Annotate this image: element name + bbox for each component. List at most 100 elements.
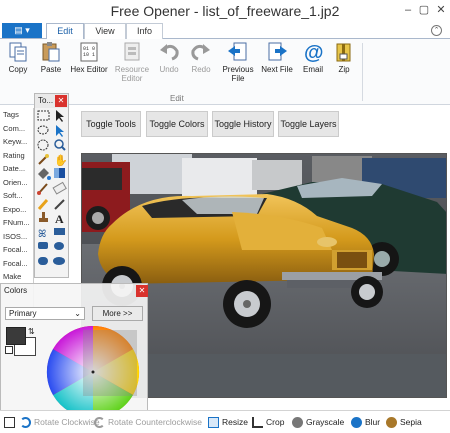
blur-label: Blur	[365, 417, 381, 427]
eraser-icon	[52, 181, 67, 195]
hex-editor-icon: 01 010 1	[80, 42, 98, 62]
toggle-layers-button[interactable]: Toggle Layers	[278, 111, 339, 137]
magic-wand-icon	[38, 154, 49, 165]
sidebar-item[interactable]: Focal...	[0, 257, 33, 271]
sidebar-item[interactable]: Soft...	[0, 189, 33, 203]
copy-button[interactable]: Copy	[4, 41, 32, 91]
file-menu-button[interactable]: ▤ ▾	[2, 23, 42, 38]
freeform-shape-icon	[53, 257, 65, 265]
sidebar-item[interactable]: Com...	[0, 122, 33, 136]
primary-color-swatch[interactable]	[6, 327, 26, 345]
title-bar: Free Opener - list_of_freeware_1.jp2 – ▢…	[0, 0, 450, 22]
crop-label: Crop	[266, 417, 285, 427]
paste-button[interactable]: Paste	[36, 41, 66, 91]
lasso-select-icon	[37, 125, 49, 135]
image-size-icon	[4, 415, 18, 430]
svg-text:@: @	[304, 42, 324, 63]
sepia-button[interactable]: Sepia	[386, 415, 422, 430]
sidebar-item[interactable]: Focal...	[0, 243, 33, 257]
color-wheel[interactable]	[45, 324, 141, 420]
tab-info[interactable]: Info	[126, 23, 163, 39]
rectangle-select-icon	[37, 110, 50, 121]
redo-button[interactable]: Redo	[187, 41, 215, 91]
crop-icon	[252, 417, 263, 429]
tools-panel-title: To...	[38, 96, 54, 105]
next-file-button[interactable]: Next File	[260, 41, 294, 91]
email-label: Email	[302, 65, 323, 74]
maximize-button[interactable]: ▢	[417, 3, 431, 17]
minimize-button[interactable]: –	[401, 3, 415, 17]
redo-icon	[191, 44, 210, 61]
zip-icon	[336, 43, 351, 62]
sidebar-item[interactable]: Rating	[0, 149, 33, 163]
blur-icon	[351, 417, 362, 429]
resource-editor-button[interactable]: Resource Editor	[113, 41, 151, 91]
svg-text:ꕤ: ꕤ	[38, 229, 46, 240]
colors-panel-header: Colors ✕	[1, 284, 149, 298]
rotate-counterclockwise-button[interactable]: Rotate Counterclockwise	[94, 415, 202, 430]
colors-panel-close-button[interactable]: ✕	[136, 285, 148, 297]
tab-view[interactable]: View	[84, 23, 126, 39]
previous-file-label: Previous File	[222, 65, 254, 83]
gradient-icon	[54, 168, 65, 178]
sidebar-item[interactable]: Date...	[0, 162, 33, 176]
crop-button[interactable]: Crop	[252, 415, 284, 430]
sidebar-item[interactable]: Expo...	[0, 203, 33, 217]
rotate-counterclockwise-label: Rotate Counterclockwise	[108, 417, 203, 427]
color-mode-select[interactable]: Primary ⌄	[5, 307, 85, 320]
resource-editor-label: Resource Editor	[114, 65, 150, 83]
ribbon-group-label: Edit	[170, 94, 184, 103]
rotate-clockwise-icon	[20, 417, 31, 429]
move-selection-icon	[56, 110, 64, 122]
pan-icon: ✋	[54, 154, 68, 167]
more-colors-button[interactable]: More >>	[92, 306, 143, 321]
previous-file-button[interactable]: Previous File	[219, 41, 257, 91]
undo-label: Undo	[159, 65, 179, 74]
window-title: Free Opener - list_of_freeware_1.jp2	[110, 3, 340, 19]
file-menu-icon: ▤ ▾	[14, 25, 30, 35]
collapse-ribbon-icon[interactable]: ⌃	[431, 25, 442, 36]
line-tool-icon	[54, 228, 65, 235]
toggle-tools-button[interactable]: Toggle Tools	[81, 111, 141, 137]
paste-label: Paste	[40, 65, 62, 74]
ellipse-select-icon	[37, 139, 49, 151]
color-picker-icon	[54, 199, 65, 210]
rotate-clockwise-button[interactable]: Rotate Clockwise	[20, 415, 100, 430]
svg-text:A: A	[55, 212, 64, 226]
sidebar-item[interactable]: FNum...	[0, 216, 33, 230]
sidebar-item[interactable]: Orien...	[0, 176, 33, 190]
resize-button[interactable]: Resize	[208, 415, 248, 430]
tab-edit[interactable]: Edit	[46, 23, 84, 40]
chevron-down-icon: ⌄	[74, 309, 81, 318]
sidebar-item[interactable]: Tags	[0, 108, 33, 122]
email-icon: @	[304, 42, 324, 63]
zoom-icon	[54, 139, 66, 151]
tools-panel-close-button[interactable]: ✕	[55, 95, 67, 107]
blur-button[interactable]: Blur	[351, 415, 380, 430]
swap-colors-icon[interactable]: ⇅	[28, 327, 35, 336]
close-button[interactable]: ✕	[434, 3, 448, 17]
paste-icon	[42, 42, 60, 62]
email-button[interactable]: @ Email	[299, 41, 327, 91]
reset-colors-icon[interactable]	[5, 346, 13, 354]
ribbon-tabs: ▤ ▾ Edit View Info ⌃	[0, 22, 450, 40]
colors-panel-title: Colors	[4, 286, 28, 295]
resize-icon	[208, 417, 219, 429]
undo-button[interactable]: Undo	[155, 41, 183, 91]
move-selected-icon	[56, 125, 64, 137]
sidebar-item[interactable]: Make	[0, 270, 33, 284]
paint-bucket-icon	[38, 168, 51, 180]
toggle-history-button[interactable]: Toggle History	[212, 111, 274, 137]
rotate-counterclockwise-icon	[94, 417, 105, 429]
clone-stamp-icon	[39, 212, 48, 222]
hex-editor-button[interactable]: 01 0 10 1 Hex Editor	[69, 41, 109, 91]
ribbon-separator	[362, 43, 363, 101]
zip-button[interactable]: Zip	[331, 41, 357, 91]
sidebar-item[interactable]: Keyw...	[0, 135, 33, 149]
grayscale-button[interactable]: Grayscale	[292, 415, 344, 430]
copy-label: Copy	[8, 65, 28, 74]
undo-icon	[160, 44, 179, 61]
resource-editor-icon	[124, 42, 140, 61]
sidebar-item[interactable]: ISOS...	[0, 230, 33, 244]
toggle-colors-button[interactable]: Toggle Colors	[146, 111, 208, 137]
